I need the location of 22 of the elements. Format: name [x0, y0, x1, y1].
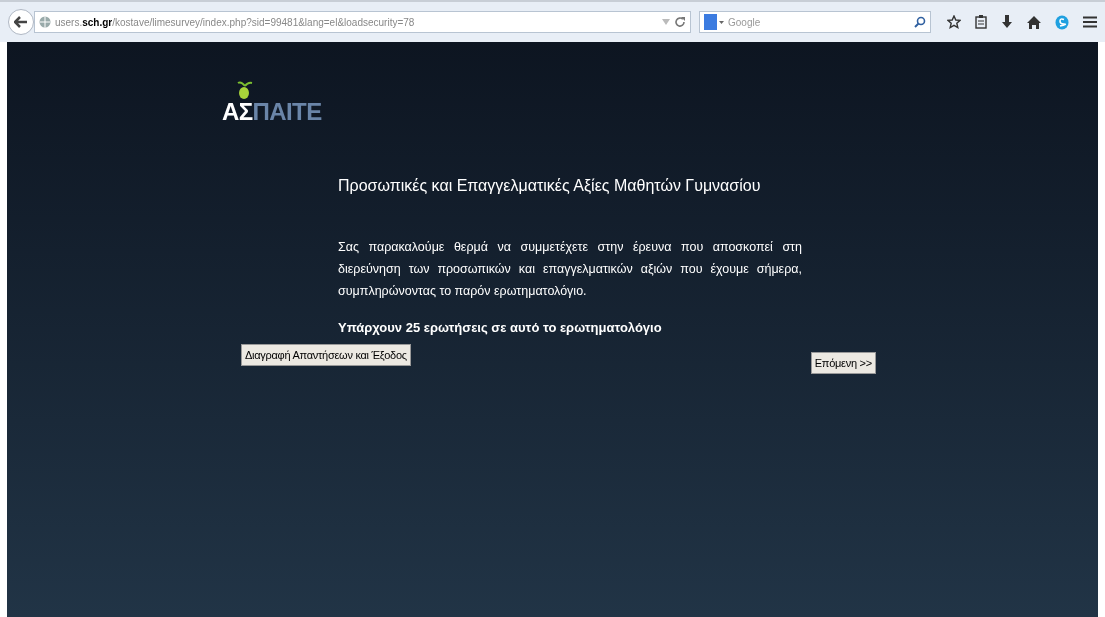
next-button[interactable]: Επόμενη >> — [810, 351, 876, 374]
olive-icon — [237, 80, 253, 100]
menu-icon[interactable] — [1083, 16, 1097, 28]
chat-app-icon[interactable] — [1055, 14, 1069, 30]
search-engine-icon[interactable] — [704, 14, 724, 30]
bookmark-star-icon[interactable] — [947, 15, 961, 29]
survey-description: Σας παρακαλούμε θερμά να συμμετέχετε στην έρευνα που αποσκοπεί στη διερεύνηση των προσωπικών και επαγγελματικών αξιών που έχουμε σήμερα, συμπληρώνοντας το παρόν ερωτηματολόγιο. — [338, 239, 802, 300]
back-button[interactable] — [8, 9, 34, 35]
search-icon[interactable] — [914, 16, 926, 28]
reload-icon[interactable] — [674, 16, 686, 28]
home-icon[interactable] — [1027, 15, 1041, 29]
globe-icon — [39, 16, 51, 28]
clipboard-icon[interactable] — [975, 15, 987, 29]
logo-text: ΑΣΠΑΙΤΕ — [222, 100, 322, 124]
back-arrow-icon — [14, 16, 28, 28]
survey-title: Προσωπικές και Επαγγελματικές Αξίες Μαθητών Γυμνασίου — [338, 176, 762, 196]
question-count: Υπάρχουν 25 ερωτήσεις σε αυτό το ερωτηματολόγιο — [338, 319, 663, 337]
url-text: users.sch.gr/kostave/limesurvey/index.php?sid=99481&lang=el&loadsecurity=78 — [55, 15, 415, 30]
address-bar[interactable]: users.sch.gr/kostave/limesurvey/index.php?sid=99481&lang=el&loadsecurity=78 — [34, 11, 691, 33]
clear-and-exit-button[interactable]: Διαγραφή Απαντήσεων και Έξοδος — [241, 343, 411, 366]
search-placeholder: Google — [728, 15, 762, 30]
download-icon[interactable] — [1001, 15, 1013, 29]
